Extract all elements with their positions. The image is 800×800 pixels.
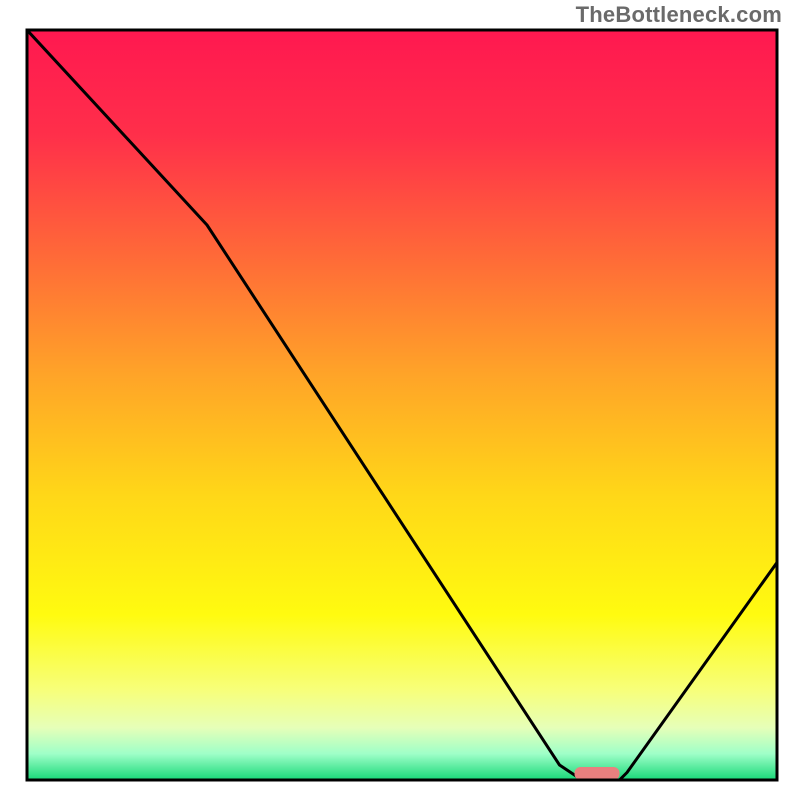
bottleneck-chart xyxy=(0,0,800,800)
watermark-label: TheBottleneck.com xyxy=(576,2,782,28)
gradient-background xyxy=(27,30,777,780)
optimal-range-marker xyxy=(575,767,620,780)
chart-container: TheBottleneck.com xyxy=(0,0,800,800)
